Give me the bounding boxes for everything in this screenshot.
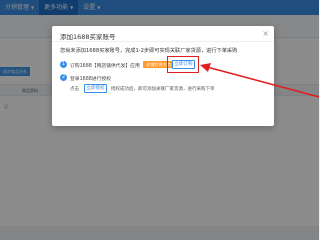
step-1-text: 订购1688【网店铺供代发】应用 [70, 64, 140, 69]
auth-click-label: 点击 [70, 87, 79, 92]
divider [52, 41, 274, 42]
auth-note-text: 授权成功后，即可添加关联厂家货源，进行采购下单 [111, 87, 215, 92]
order-now-button[interactable]: 立即订购 [172, 60, 195, 69]
dialog-intro: 您尚未添加1688买家账号，完成1-2步即可实现关联厂家货源，进行下单采购 [60, 48, 238, 54]
close-icon[interactable]: × [262, 29, 269, 38]
step-1-number: 1 [60, 61, 67, 68]
step-2-number: 2 [60, 74, 67, 81]
authorize-now-button[interactable]: 立即授权 [84, 84, 107, 93]
step-2-text: 登录1688进行授权 [70, 77, 111, 82]
dialog-title: 添加1688买家账号 [60, 33, 116, 41]
add-buyer-account-dialog: 添加1688买家账号 × 您尚未添加1688买家账号，完成1-2步即可实现关联厂… [52, 26, 274, 126]
